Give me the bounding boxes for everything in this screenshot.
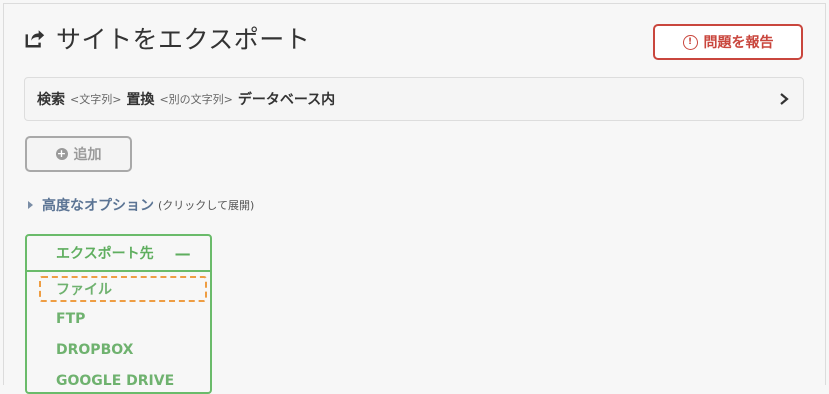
search-string-placeholder: <文字列>: [70, 93, 122, 106]
search-label: 検索: [37, 92, 65, 108]
search-replace-bar[interactable]: 検索 <文字列> 置換 <別の文字列> データベース内: [24, 77, 804, 121]
report-issue-label: 問題を報告: [703, 35, 774, 51]
scope-label: データベース内: [237, 92, 336, 108]
page-header: サイトをエクスポート: [24, 20, 310, 56]
add-button[interactable]: + 追加: [25, 136, 132, 172]
add-button-label: 追加: [73, 147, 102, 163]
chevron-right-icon[interactable]: [777, 92, 791, 106]
destination-ftp[interactable]: FTP: [56, 311, 85, 327]
report-issue-button[interactable]: ! 問題を報告: [653, 24, 803, 60]
advanced-options-toggle[interactable]: 高度なオプション (クリックして展開): [28, 195, 254, 215]
caret-right-icon: [28, 201, 33, 209]
export-icon: [25, 30, 45, 48]
advanced-options-link[interactable]: 高度なオプション: [42, 195, 154, 215]
export-destination-panel: エクスポート先 — ファイル FTP DROPBOX GOOGLE DRIVE: [25, 234, 212, 394]
destination-file[interactable]: ファイル: [56, 279, 112, 299]
plus-circle-icon: +: [55, 147, 68, 160]
collapse-icon[interactable]: —: [175, 244, 191, 263]
export-destination-header[interactable]: エクスポート先 —: [27, 236, 210, 272]
destination-google-drive[interactable]: GOOGLE DRIVE: [56, 373, 174, 389]
export-destination-title: エクスポート先: [56, 246, 154, 262]
replace-label: 置換: [126, 92, 155, 108]
alert-circle-icon: !: [682, 34, 698, 50]
advanced-options-hint: (クリックして展開): [158, 199, 255, 212]
destination-dropbox[interactable]: DROPBOX: [56, 342, 133, 358]
page-title: サイトをエクスポート: [56, 25, 311, 54]
replace-string-placeholder: <別の文字列>: [159, 93, 233, 106]
